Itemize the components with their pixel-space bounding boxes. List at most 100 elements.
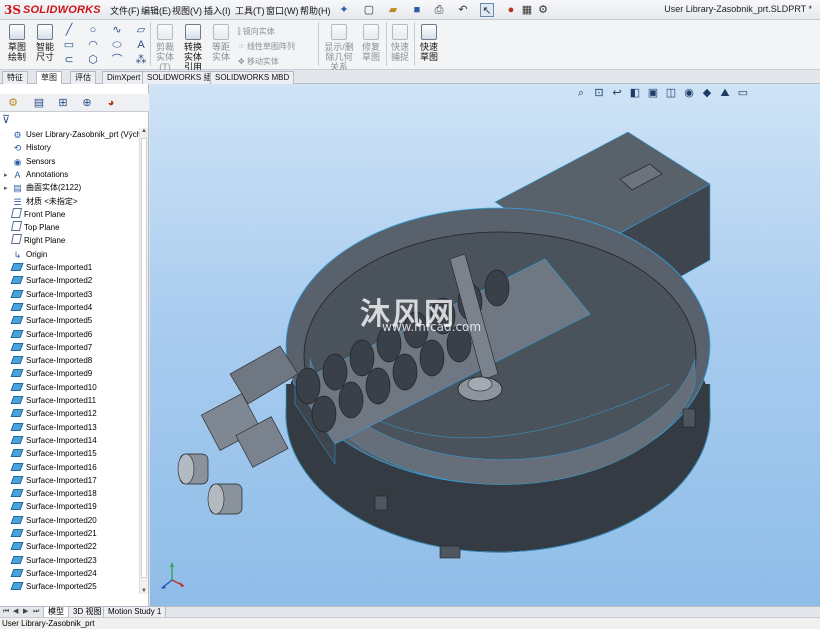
convert-entities-button[interactable]: 转换实体引用 [180, 24, 206, 72]
tree-item-surface[interactable]: Surface-Imported8 [4, 354, 92, 367]
tree-item-surface[interactable]: Surface-Imported22 [4, 540, 97, 553]
open-folder-icon[interactable]: ▰ [386, 3, 400, 17]
tree-scrollbar[interactable]: ▲ ▼ [139, 128, 148, 594]
tree-item-surface[interactable]: Surface-Imported23 [4, 554, 97, 567]
menu-help[interactable]: 帮助(H) [300, 4, 331, 17]
scroll-thumb[interactable] [141, 138, 147, 578]
mirror-entities-button[interactable]: ⫿ 镜向实体 [238, 26, 275, 37]
menu-window[interactable]: 窗口(W) [266, 4, 299, 17]
tree-item[interactable]: ⟲ History [4, 141, 51, 154]
scroll-up-icon[interactable]: ▲ [140, 128, 148, 134]
tree-item[interactable]: ◉ Sensors [4, 155, 56, 168]
pin-icon[interactable]: ✦ [337, 3, 351, 17]
tab-dimxpert[interactable]: DimXpert [102, 71, 146, 84]
select-pointer-icon[interactable]: ↖ [480, 3, 494, 17]
expand-arrow-icon[interactable]: ▸ [4, 169, 12, 182]
tree-item-surface[interactable]: Surface-Imported15 [4, 447, 97, 460]
tree-item[interactable]: Front Plane [4, 207, 65, 221]
tree-item-surface[interactable]: Surface-Imported7 [4, 341, 92, 354]
tree-item[interactable]: Right Plane [4, 234, 65, 247]
tree-item-surface[interactable]: Surface-Imported1 [4, 261, 92, 274]
tab-features[interactable]: 特征 [2, 71, 28, 84]
tree-item[interactable]: ↳ Origin [4, 248, 48, 261]
display-delete-relations-button[interactable]: 显示/删除几何关系 [322, 24, 356, 72]
tree-item-surface[interactable]: Surface-Imported4 [4, 301, 92, 314]
file-properties-icon[interactable]: ▦ [520, 3, 534, 17]
rectangle-icon[interactable]: ▭ [62, 39, 76, 51]
new-document-icon[interactable]: ▢ [362, 3, 376, 17]
tree-item-surface[interactable]: Surface-Imported11 [4, 394, 96, 407]
tree-item-surface[interactable]: Surface-Imported20 [4, 514, 97, 527]
tab-sketch[interactable]: 草图 [36, 71, 62, 84]
tab-evaluate[interactable]: 评估 [70, 71, 96, 84]
move-entities-button[interactable]: ✥ 移动实体 [238, 56, 279, 67]
text-icon[interactable]: A [134, 39, 148, 51]
tree-item-surface[interactable]: Surface-Imported14 [4, 434, 97, 447]
print-icon[interactable]: ⎙ [432, 3, 446, 17]
ellipse-icon[interactable]: ⬭ [110, 39, 124, 51]
solidworks-logo[interactable]: 3S SOLIDWORKS [4, 3, 101, 17]
hopper-3d-model[interactable] [150, 84, 820, 606]
plane-sketch-icon[interactable]: ▱ [134, 24, 148, 36]
configuration-manager-tab-icon[interactable]: ⊞ [56, 96, 70, 110]
tree-item-surface[interactable]: Surface-Imported19 [4, 500, 97, 513]
trim-entities-button[interactable]: 剪裁实体(T) [152, 24, 178, 72]
repair-sketch-button[interactable]: 修复草图 [358, 24, 384, 62]
tree-item-surface[interactable]: Surface-Imported10 [4, 381, 97, 394]
undo-icon[interactable]: ↶ [456, 3, 470, 17]
arc-icon[interactable]: ◠ [86, 39, 100, 51]
tree-root-part[interactable]: ⚙ User Library-Zasobnik_prt (Výchoz [4, 128, 140, 141]
polygon-icon[interactable]: ⬡ [86, 54, 100, 66]
menu-edit[interactable]: 编辑(E) [141, 4, 171, 17]
rapid-sketch-button[interactable]: 快速草图 [416, 24, 442, 62]
tree-item-surface[interactable]: Surface-Imported5 [4, 314, 92, 327]
tree-item-surface[interactable]: Surface-Imported18 [4, 487, 97, 500]
tree-item-surface[interactable]: Surface-Imported24 [4, 567, 97, 580]
filter-icon[interactable]: ⊽ [2, 113, 142, 127]
scroll-down-icon[interactable]: ▼ [140, 588, 148, 594]
menu-tools[interactable]: 工具(T) [235, 4, 265, 17]
menu-view[interactable]: 视图(V) [172, 4, 202, 17]
graphics-viewport[interactable]: ⌕ ⊡ ↩ ◧ ▣ ◫ ◉ ◆ ⛰ ▭ 沐风网 www.mfcad.com [150, 84, 820, 606]
tree-item-surface[interactable]: Surface-Imported21 [4, 527, 97, 540]
point-icon[interactable]: ⁂ [134, 54, 148, 66]
menu-insert[interactable]: 插入(I) [204, 4, 231, 17]
offset-entities-button[interactable]: 等距实体 [208, 24, 234, 62]
smart-dimension-button[interactable]: 智能尺寸 [32, 24, 58, 62]
tree-item[interactable]: ▸ A Annotations [4, 168, 68, 181]
options-gear-icon[interactable]: ⚙ [536, 3, 550, 17]
dimxpert-manager-tab-icon[interactable]: ⊕ [80, 96, 94, 110]
tab-solidworks-mbd[interactable]: SOLIDWORKS MBD [210, 71, 295, 84]
sketch-button[interactable]: 草图绘制 [4, 24, 30, 62]
line-icon[interactable]: ╱ [62, 24, 76, 36]
slot-icon[interactable]: ⊂ [62, 54, 76, 66]
tree-item-surface[interactable]: Surface-Imported17 [4, 474, 97, 487]
expand-arrow-icon[interactable]: ▸ [4, 182, 12, 195]
tree-item-surface[interactable]: Surface-Imported25 [4, 580, 97, 593]
spline-icon[interactable]: ∿ [110, 24, 124, 36]
tree-item-surface[interactable]: Surface-Imported12 [4, 407, 97, 420]
tree-item[interactable]: Top Plane [4, 221, 60, 234]
menu-file[interactable]: 文件(F) [110, 4, 140, 17]
tree-item-surface[interactable]: Surface-Imported13 [4, 421, 97, 434]
tree-item-surface[interactable]: Surface-Imported2 [4, 274, 92, 287]
property-manager-tab-icon[interactable]: ▤ [32, 96, 46, 110]
last-tab-arrow-icon[interactable]: ⏭ [33, 607, 39, 617]
circle-icon[interactable]: ○ [86, 24, 100, 36]
feature-manager-tab-icon[interactable]: ⚙ [6, 96, 20, 110]
tree-item-surface[interactable]: Surface-Imported6 [4, 328, 92, 341]
linear-pattern-button[interactable]: ⁘ 线性草图阵列 [238, 41, 295, 52]
rebuild-icon[interactable]: ● [504, 3, 518, 17]
tree-item-surface[interactable]: Surface-Imported16 [4, 461, 97, 474]
tree-item[interactable]: ▸ ▤ 曲面实体(2122) [4, 181, 81, 194]
display-manager-tab-icon[interactable]: ◕ [104, 96, 118, 110]
previous-tab-arrow-icon[interactable]: ◀ [13, 607, 18, 617]
next-tab-arrow-icon[interactable]: ▶ [23, 607, 28, 617]
tree-item-surface[interactable]: Surface-Imported9 [4, 367, 92, 380]
tree-item-surface[interactable]: Surface-Imported3 [4, 288, 92, 301]
save-icon[interactable]: ■ [410, 3, 424, 17]
tree-item[interactable]: ☰ 材质 <未指定> [4, 195, 77, 208]
quick-snaps-button[interactable]: 快速捕捉 [388, 24, 412, 62]
first-tab-arrow-icon[interactable]: ⏮ [3, 607, 9, 617]
fillet-icon[interactable]: ⌒ [110, 54, 124, 66]
